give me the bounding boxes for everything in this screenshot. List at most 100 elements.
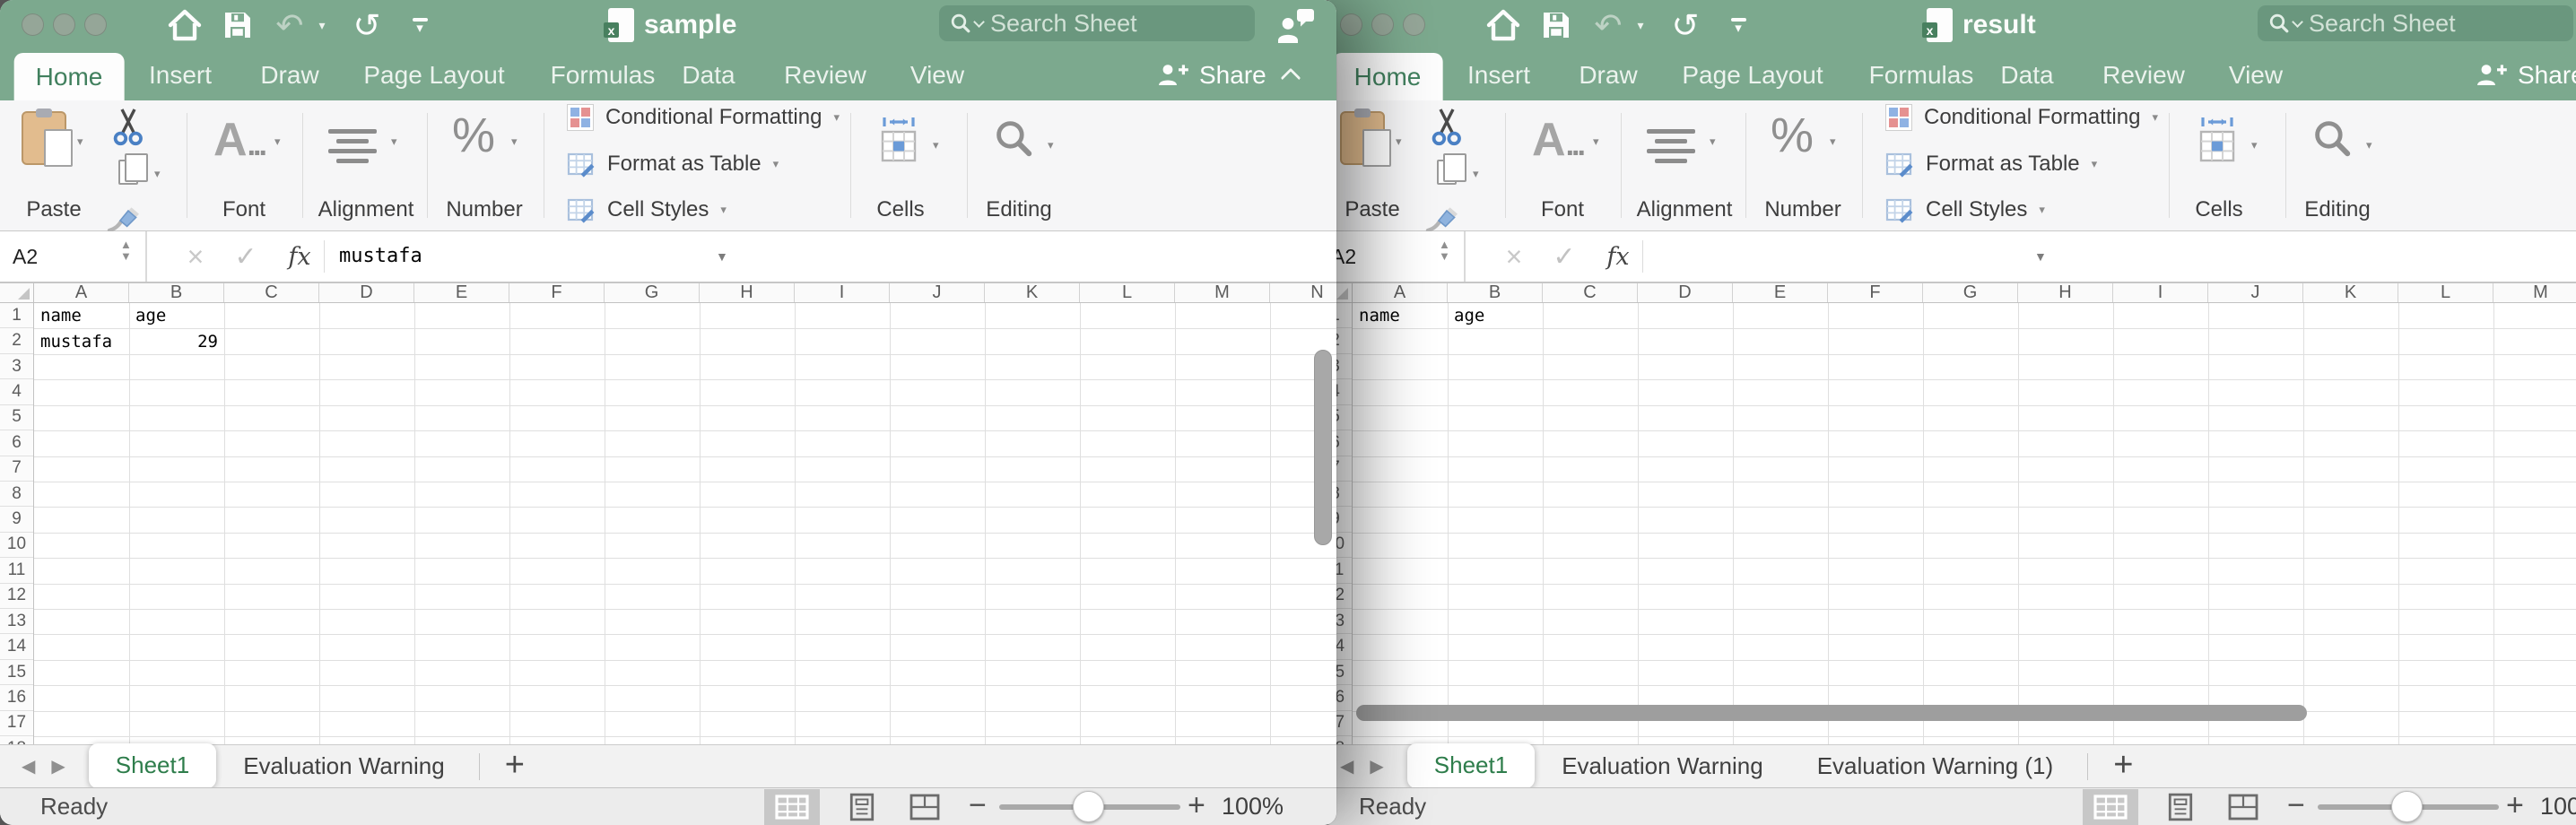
page-break-view-button[interactable] — [2215, 789, 2271, 825]
normal-view-button[interactable] — [2083, 789, 2138, 825]
insert-function-button[interactable]: fx — [282, 231, 318, 282]
paste-button[interactable] — [22, 111, 66, 165]
confirm-entry-button[interactable]: ✓ — [1545, 231, 1584, 282]
ribbon-tab-draw[interactable]: Draw — [1579, 50, 1637, 100]
column-header[interactable]: B — [129, 283, 224, 302]
row-header[interactable]: 11 — [0, 558, 33, 583]
row-header[interactable]: 2 — [0, 328, 33, 353]
spreadsheet-grid[interactable]: ABCDEFGHIJKLMN12345678910111213141516171… — [0, 283, 1336, 744]
cancel-entry-button[interactable]: × — [1494, 231, 1534, 282]
column-header[interactable]: H — [700, 283, 795, 302]
editing-dropdown-caret[interactable]: ▾ — [2366, 138, 2372, 152]
font-dropdown-caret[interactable]: ▾ — [274, 135, 281, 149]
search-sheet-input[interactable]: Search Sheet — [939, 5, 1255, 41]
alignment-button[interactable] — [1647, 129, 1695, 169]
ribbon-tab-formulas[interactable]: Formulas — [1869, 50, 1974, 100]
close-button[interactable] — [1340, 13, 1362, 36]
cancel-entry-button[interactable]: × — [176, 231, 215, 282]
alignment-dropdown-caret[interactable]: ▾ — [391, 135, 397, 149]
sheet-tab[interactable]: Evaluation Warning (1) — [1790, 745, 2081, 787]
copy-button[interactable] — [118, 160, 138, 185]
number-dropdown-caret[interactable]: ▾ — [1830, 135, 1836, 149]
name-box[interactable]: A2 ▲▼ — [1318, 231, 1466, 282]
home-button[interactable] — [1484, 0, 1523, 50]
cells-dropdown-caret[interactable]: ▾ — [933, 138, 939, 152]
home-button[interactable] — [165, 0, 205, 50]
column-header[interactable]: E — [1733, 283, 1828, 302]
column-header[interactable]: I — [795, 283, 890, 302]
number-format-button[interactable]: % — [1771, 111, 1814, 160]
undo-dropdown-caret[interactable]: ▾ — [1632, 0, 1649, 50]
column-header[interactable]: D — [319, 283, 414, 302]
number-format-button[interactable]: % — [452, 111, 495, 160]
row-header[interactable]: 5 — [0, 405, 33, 430]
titlebar[interactable]: ↶ ▾ ↺ ▾ x sample Search Sheet — [0, 0, 1336, 50]
cell-styles-caret[interactable]: ▾ — [2039, 203, 2045, 217]
row-header[interactable]: 14 — [0, 634, 33, 659]
column-header[interactable]: M — [1175, 283, 1270, 302]
page-layout-view-button[interactable] — [834, 789, 890, 825]
column-header[interactable]: L — [1080, 283, 1175, 302]
column-header[interactable]: J — [2208, 283, 2303, 302]
zoom-in-button[interactable]: + — [1188, 788, 1205, 825]
share-button[interactable]: Share — [2474, 50, 2576, 100]
confirm-entry-button[interactable]: ✓ — [226, 231, 265, 282]
row-header[interactable]: 12 — [0, 584, 33, 609]
save-button[interactable] — [221, 0, 255, 50]
page-break-view-button[interactable] — [897, 789, 953, 825]
conditional-formatting-button[interactable]: Conditional Formatting ▾ — [567, 102, 840, 133]
ribbon-tab-view[interactable]: View — [910, 50, 964, 100]
column-header[interactable]: G — [1923, 283, 2018, 302]
sheet-tab[interactable]: Sheet1 — [89, 743, 216, 788]
cut-button[interactable] — [111, 106, 145, 152]
cells-button[interactable] — [877, 113, 920, 169]
column-header[interactable]: D — [1638, 283, 1733, 302]
add-sheet-button[interactable]: + — [505, 748, 525, 786]
minimize-button[interactable] — [1371, 13, 1394, 36]
redo-button[interactable]: ↺ — [1665, 0, 1706, 50]
column-headers[interactable]: ABCDEFGHIJKLMN — [1318, 283, 2576, 303]
column-header[interactable]: G — [605, 283, 700, 302]
editing-dropdown-caret[interactable]: ▾ — [1048, 138, 1054, 152]
row-header[interactable]: 9 — [0, 507, 33, 532]
formula-bar-expand-caret[interactable]: ▼ — [716, 231, 728, 282]
column-header[interactable]: L — [2398, 283, 2493, 302]
column-header[interactable]: K — [985, 283, 1080, 302]
row-header[interactable]: 8 — [0, 482, 33, 507]
zoom-in-button[interactable]: + — [2506, 788, 2524, 825]
name-box-stepper[interactable]: ▲▼ — [120, 239, 132, 262]
ribbon-tab-home[interactable]: Home — [1333, 53, 1443, 100]
spreadsheet-grid[interactable]: ABCDEFGHIJKLMN12345678910111213141516171… — [1318, 283, 2576, 744]
number-dropdown-caret[interactable]: ▾ — [511, 135, 518, 149]
ribbon-tab-formulas[interactable]: Formulas — [551, 50, 656, 100]
share-button[interactable]: Share — [1155, 50, 1266, 100]
row-header[interactable]: 10 — [0, 533, 33, 558]
toolbar-more-button[interactable]: ▾ — [405, 0, 434, 50]
page-layout-view-button[interactable] — [2153, 789, 2208, 825]
cell-A1[interactable]: name — [1353, 303, 1448, 328]
cells-button[interactable] — [2196, 113, 2239, 169]
insert-function-button[interactable]: fx — [1600, 231, 1636, 282]
cell-styles-button[interactable]: Cell Styles ▾ — [567, 195, 727, 225]
row-header[interactable]: 1 — [0, 303, 33, 328]
copy-dropdown-caret[interactable]: ▾ — [1473, 167, 1479, 181]
ribbon-tab-page-layout[interactable]: Page Layout — [1682, 50, 1823, 100]
normal-view-button[interactable] — [764, 789, 820, 825]
sheet-nav-prev[interactable]: ◀ — [22, 755, 35, 777]
editing-button[interactable] — [2312, 118, 2354, 164]
cell-A1[interactable]: name — [34, 303, 129, 328]
zoom-out-button[interactable]: − — [2287, 788, 2305, 825]
alignment-dropdown-caret[interactable]: ▾ — [1710, 135, 1716, 149]
ribbon-tab-review[interactable]: Review — [784, 50, 866, 100]
name-box-stepper[interactable]: ▲▼ — [1439, 239, 1450, 262]
column-header[interactable]: C — [224, 283, 319, 302]
ribbon-tab-page-layout[interactable]: Page Layout — [363, 50, 504, 100]
font-button[interactable]: A... — [213, 117, 265, 163]
column-header[interactable]: E — [414, 283, 509, 302]
cell-styles-caret[interactable]: ▾ — [720, 203, 727, 217]
search-scope-caret[interactable] — [973, 16, 985, 28]
paste-dropdown-caret[interactable]: ▾ — [1396, 135, 1402, 149]
ribbon-tab-data[interactable]: Data — [2000, 50, 2053, 100]
undo-dropdown-caret[interactable]: ▾ — [314, 0, 330, 50]
format-as-table-button[interactable]: Format as Table ▾ — [567, 149, 779, 179]
